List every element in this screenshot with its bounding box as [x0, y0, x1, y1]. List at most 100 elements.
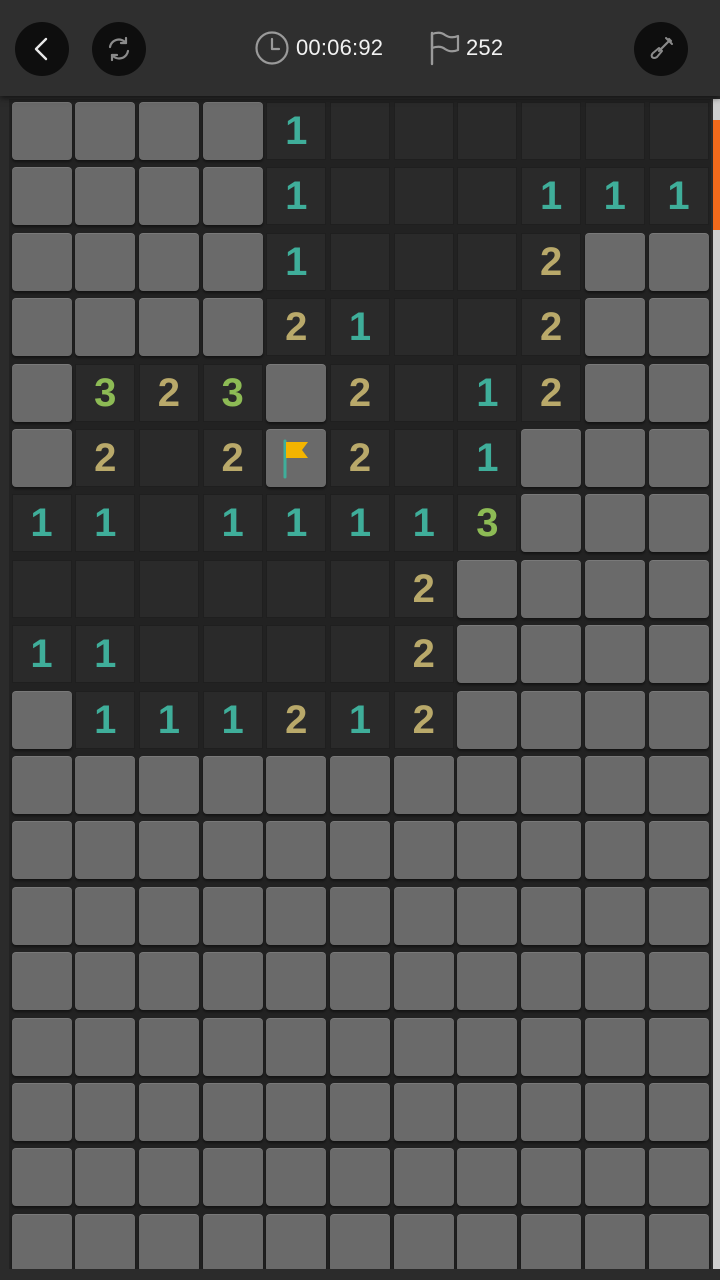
hidden-tile[interactable] — [138, 232, 199, 291]
hidden-tile[interactable] — [584, 429, 645, 487]
scrollbar[interactable] — [713, 99, 720, 1269]
hidden-tile[interactable] — [648, 886, 709, 945]
hidden-tile[interactable] — [138, 298, 199, 357]
number-tile[interactable]: 2 — [393, 690, 454, 749]
hidden-tile[interactable] — [521, 690, 582, 749]
number-tile[interactable]: 1 — [266, 494, 327, 553]
number-tile[interactable]: 1 — [457, 363, 518, 422]
hidden-tile[interactable] — [584, 821, 645, 880]
hidden-tile[interactable] — [330, 821, 390, 880]
hidden-tile[interactable] — [393, 1083, 454, 1141]
hidden-tile[interactable] — [521, 1148, 582, 1207]
hidden-tile[interactable] — [393, 821, 454, 880]
hidden-tile[interactable] — [648, 821, 709, 880]
hidden-tile[interactable] — [521, 494, 582, 553]
number-tile[interactable]: 2 — [138, 363, 199, 422]
hidden-tile[interactable] — [11, 1148, 72, 1207]
empty-tile[interactable] — [393, 102, 454, 160]
hidden-tile[interactable] — [266, 821, 327, 880]
number-tile[interactable]: 1 — [266, 232, 327, 291]
hidden-tile[interactable] — [521, 625, 582, 684]
number-tile[interactable]: 2 — [521, 298, 582, 357]
empty-tile[interactable] — [138, 494, 199, 553]
empty-tile[interactable] — [330, 167, 390, 226]
hidden-tile[interactable] — [330, 952, 390, 1011]
empty-tile[interactable] — [393, 429, 454, 487]
empty-tile[interactable] — [138, 429, 199, 487]
hidden-tile[interactable] — [393, 886, 454, 945]
hidden-tile[interactable] — [75, 1148, 136, 1207]
hidden-tile[interactable] — [330, 756, 390, 814]
hidden-tile[interactable] — [138, 1017, 199, 1076]
empty-tile[interactable] — [393, 298, 454, 357]
hidden-tile[interactable] — [75, 821, 136, 880]
hidden-tile[interactable] — [457, 559, 518, 618]
empty-tile[interactable] — [648, 102, 709, 160]
hidden-tile[interactable] — [11, 886, 72, 945]
hidden-tile[interactable] — [75, 102, 136, 160]
hidden-tile[interactable] — [648, 298, 709, 357]
hidden-tile[interactable] — [11, 821, 72, 880]
hidden-tile[interactable] — [202, 1148, 263, 1207]
hidden-tile[interactable] — [648, 1148, 709, 1207]
hidden-tile[interactable] — [11, 690, 72, 749]
hidden-tile[interactable] — [330, 1148, 390, 1207]
number-tile[interactable]: 1 — [75, 494, 136, 553]
hidden-tile[interactable] — [266, 886, 327, 945]
hidden-tile[interactable] — [330, 886, 390, 945]
hidden-tile[interactable] — [266, 1213, 327, 1269]
hidden-tile[interactable] — [75, 1083, 136, 1141]
empty-tile[interactable] — [330, 102, 390, 160]
number-tile[interactable]: 2 — [266, 298, 327, 357]
hidden-tile[interactable] — [648, 1213, 709, 1269]
empty-tile[interactable] — [330, 625, 390, 684]
hidden-tile[interactable] — [266, 952, 327, 1011]
hidden-tile[interactable] — [584, 952, 645, 1011]
hidden-tile[interactable] — [138, 952, 199, 1011]
hidden-tile[interactable] — [11, 429, 72, 487]
hidden-tile[interactable] — [202, 756, 263, 814]
number-tile[interactable]: 1 — [266, 167, 327, 226]
hidden-tile[interactable] — [457, 625, 518, 684]
hidden-tile[interactable] — [521, 886, 582, 945]
hidden-tile[interactable] — [202, 821, 263, 880]
hidden-tile[interactable] — [11, 1213, 72, 1269]
hidden-tile[interactable] — [584, 363, 645, 422]
hidden-tile[interactable] — [75, 1017, 136, 1076]
hidden-tile[interactable] — [393, 952, 454, 1011]
empty-tile[interactable] — [584, 102, 645, 160]
number-tile[interactable]: 1 — [11, 494, 72, 553]
hidden-tile[interactable] — [138, 1083, 199, 1141]
hidden-tile[interactable] — [648, 1083, 709, 1141]
number-tile[interactable]: 1 — [393, 494, 454, 553]
hidden-tile[interactable] — [584, 1017, 645, 1076]
hidden-tile[interactable] — [648, 756, 709, 814]
hidden-tile[interactable] — [266, 363, 327, 422]
hidden-tile[interactable] — [11, 756, 72, 814]
hidden-tile[interactable] — [138, 102, 199, 160]
number-tile[interactable]: 1 — [202, 690, 263, 749]
number-tile[interactable]: 2 — [393, 559, 454, 618]
number-tile[interactable]: 3 — [75, 363, 136, 422]
hidden-tile[interactable] — [202, 1017, 263, 1076]
number-tile[interactable]: 1 — [457, 429, 518, 487]
empty-tile[interactable] — [202, 625, 263, 684]
empty-tile[interactable] — [330, 232, 390, 291]
hidden-tile[interactable] — [202, 102, 263, 160]
number-tile[interactable]: 2 — [521, 363, 582, 422]
number-tile[interactable]: 1 — [330, 690, 390, 749]
empty-tile[interactable] — [138, 559, 199, 618]
hidden-tile[interactable] — [521, 1083, 582, 1141]
number-tile[interactable]: 1 — [330, 494, 390, 553]
hidden-tile[interactable] — [202, 167, 263, 226]
number-tile[interactable]: 3 — [457, 494, 518, 553]
hidden-tile[interactable] — [138, 1213, 199, 1269]
hidden-tile[interactable] — [457, 952, 518, 1011]
empty-tile[interactable] — [457, 298, 518, 357]
hidden-tile[interactable] — [138, 756, 199, 814]
hidden-tile[interactable] — [521, 821, 582, 880]
hidden-tile[interactable] — [75, 167, 136, 226]
hidden-tile[interactable] — [11, 363, 72, 422]
number-tile[interactable]: 1 — [11, 625, 72, 684]
hidden-tile[interactable] — [11, 102, 72, 160]
